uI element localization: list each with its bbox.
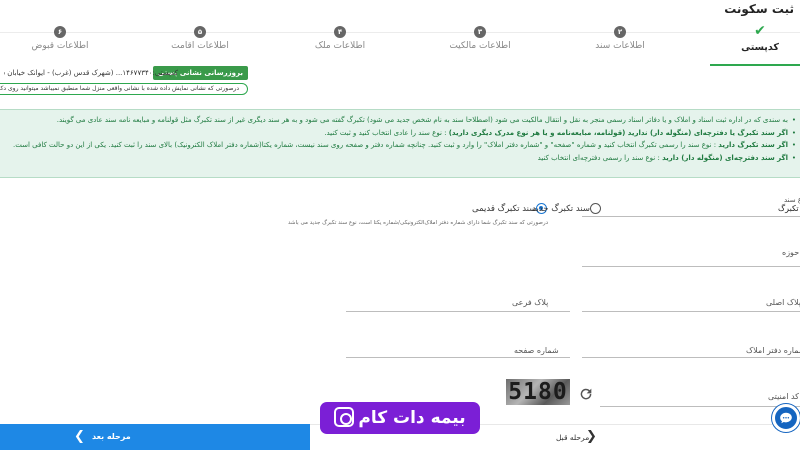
chat-button[interactable]: [772, 404, 800, 432]
brand-logo: بیمه دات کام: [320, 402, 480, 434]
step-document-info[interactable]: ۲ اطلاعات سند: [550, 26, 690, 51]
step-label: اطلاعات سند: [595, 41, 645, 51]
sub-plate-label: پلاک فرعی: [512, 298, 549, 307]
page-title: ثبت سکونت: [724, 2, 794, 16]
postal-address-note: درصورتی که نشانی نمایش داده شده با نشانی…: [0, 83, 248, 95]
step-postal-code[interactable]: ✔ کدپستی: [690, 23, 800, 66]
guide-item: اگر سند دفترچه‌ای (منگوله دار) دارید : ن…: [0, 152, 796, 165]
step-number: ۴: [334, 26, 346, 38]
radio-new-document[interactable]: سند تکبرگ جدید: [532, 203, 606, 214]
radio-unchecked-icon: [590, 203, 602, 214]
step-number: ۶: [54, 26, 66, 38]
next-step-button[interactable]: ❮ مرحله بعد: [0, 424, 310, 450]
previous-step-label: مرحله قبل: [556, 433, 590, 442]
captcha-image: 5180: [506, 379, 570, 405]
step-number: ۳: [474, 26, 486, 38]
step-label: اطلاعات اقامت: [171, 41, 229, 51]
page-number-label: شماره صفحه: [514, 346, 559, 355]
postal-address-row: بروزرسانی نشانی پستی کدپستی:۱۴۶۷۷۳۴۰... …: [0, 66, 800, 80]
area-input[interactable]: [582, 266, 800, 267]
page-number-input[interactable]: [346, 357, 570, 358]
postal-address-text: کدپستی:۱۴۶۷۷۳۴۰... (شهرک قدس (غرب) - ایو…: [4, 69, 178, 77]
step-residence-info[interactable]: ۵ اطلاعات اقامت: [130, 26, 270, 51]
step-label: اطلاعات ملک: [314, 41, 366, 51]
refresh-icon[interactable]: [578, 386, 594, 402]
guide-item: به سندی که در اداره ثبت اسناد و املاک و …: [0, 114, 796, 127]
chevron-right-icon: ❯: [586, 429, 597, 444]
guide-item: اگر سند تکبرگ دارید : نوع سند را رسمی تک…: [0, 139, 796, 152]
step-number: ۵: [194, 26, 206, 38]
step-property-info[interactable]: ۴ اطلاعات ملک: [270, 26, 410, 51]
step-ownership-info[interactable]: ۳ اطلاعات مالکیت: [410, 26, 550, 51]
step-number: ۲: [614, 26, 626, 38]
step-label: کدپستی: [741, 42, 779, 53]
brand-mark-icon: [334, 407, 355, 427]
brand-name: بیمه دات کام: [358, 408, 466, 428]
registry-number-input[interactable]: [582, 357, 800, 358]
sub-plate-input[interactable]: [346, 311, 570, 312]
chevron-left-icon: ❮: [74, 429, 85, 444]
step-bills-info[interactable]: ۶ اطلاعات قبوض: [0, 26, 130, 51]
step-label: اطلاعات مالکیت: [449, 41, 511, 51]
doc-type-value[interactable]: رسمی تکبرگ: [778, 204, 800, 213]
security-code-label: کد امنیتی: [768, 392, 799, 401]
main-plate-label: پلاک اصلی: [766, 298, 800, 307]
doc-type-label: نوع سند: [784, 196, 800, 204]
area-label: حوزه: [782, 248, 800, 257]
document-type-guide: به سندی که در اداره ثبت اسناد و املاک و …: [0, 109, 800, 178]
check-icon: ✔: [754, 23, 766, 39]
chat-icon: [780, 412, 792, 424]
radio-note: درصورتی که سند تکبرگ شما دارای شماره دفت…: [288, 220, 549, 226]
registry-number-label: شماره دفتر املاک: [746, 346, 800, 355]
doc-type-select[interactable]: [582, 216, 800, 217]
guide-item: اگر سند تکبرگ یا دفترچه‌ای (منگوله دار) …: [0, 127, 796, 140]
step-label: اطلاعات قبوض: [31, 41, 89, 51]
security-code-input[interactable]: [600, 406, 800, 407]
next-step-label: مرحله بعد: [92, 432, 131, 441]
stepper: ✔ کدپستی ۲ اطلاعات سند ۳ اطلاعات مالکیت …: [0, 23, 800, 66]
main-plate-input[interactable]: [582, 311, 800, 312]
